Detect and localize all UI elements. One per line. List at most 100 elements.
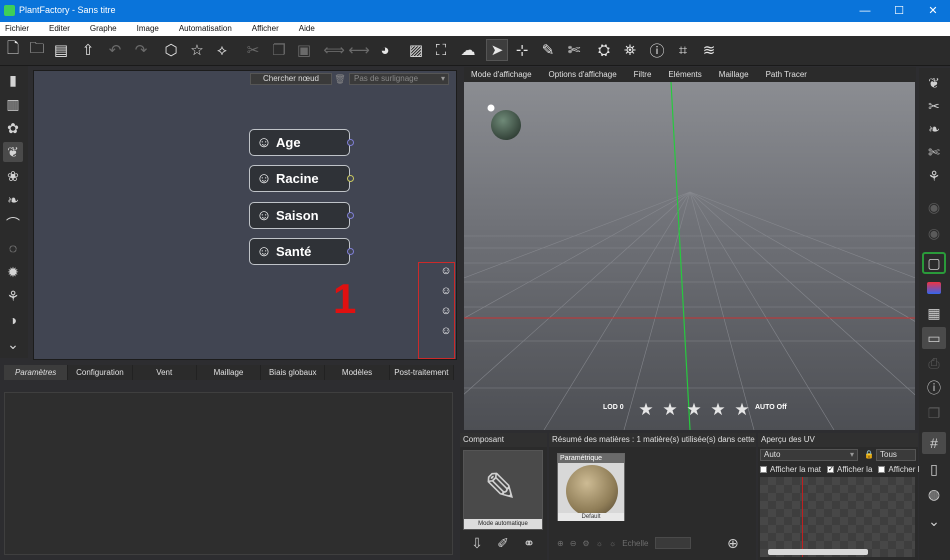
star-icon[interactable]: ★ (634, 400, 658, 420)
viewport-menu-filter[interactable]: Filtre (634, 67, 652, 82)
bud-icon[interactable]: ❀ (3, 166, 23, 186)
menu-fichier[interactable]: Fichier (5, 22, 29, 36)
sliders-icon[interactable]: ≋ (698, 39, 720, 61)
mini-node-icon[interactable]: ☺ (440, 325, 452, 339)
scissors-icon[interactable]: ✄ (563, 39, 585, 61)
minimize-button[interactable]: — (848, 0, 882, 22)
graph-panel[interactable]: Chercher nœud 🗑 Pas de surlignage ▾ ☺ Ag… (33, 70, 457, 360)
viewport-menu-elements[interactable]: Eléments (668, 67, 701, 82)
tab-parametres[interactable]: Paramètres (4, 365, 69, 380)
curve-icon[interactable]: ⌒ (3, 214, 23, 234)
mini-node-icon[interactable]: ☺ (440, 265, 452, 279)
plant-icon[interactable]: ✿ (3, 118, 23, 138)
3d-viewport[interactable]: LOD 0 ★ ★ ★ ★ ★ AUTO Off (464, 82, 915, 430)
cubes-icon[interactable]: ⛭ (593, 39, 615, 61)
select-arrow-icon[interactable]: ➤ (486, 39, 508, 61)
open-folder-icon[interactable]: 🗀 (26, 39, 48, 61)
uv-scrollbar[interactable] (768, 549, 868, 555)
column-icon[interactable]: ▥ (3, 94, 23, 114)
node-saison[interactable]: ☺ Saison (249, 202, 354, 229)
redo-icon[interactable]: ↷ (130, 39, 152, 61)
save-icon[interactable]: ▤ (50, 39, 72, 61)
menu-afficher[interactable]: Afficher (252, 22, 279, 36)
sphere-icon[interactable]: ◑ (3, 310, 23, 330)
viewport-menu-mesh[interactable]: Maillage (719, 67, 749, 82)
screenshot-icon[interactable]: ⌗ (672, 39, 694, 61)
node-port[interactable] (347, 139, 354, 146)
link-icon[interactable]: ⚭ (516, 535, 542, 552)
transform-icon[interactable]: ⊹ (511, 39, 533, 61)
remove-icon[interactable]: ⊖ (570, 539, 577, 548)
checkbox-unchecked[interactable] (878, 466, 886, 473)
maximize-button[interactable]: ☐ (882, 0, 916, 22)
new-file-icon[interactable]: 🗋 (2, 39, 24, 61)
tab-configuration[interactable]: Configuration (68, 365, 133, 380)
render-icon[interactable]: ◕ (374, 39, 396, 61)
branch-icon[interactable]: ⚘ (922, 165, 946, 187)
burst-icon[interactable]: ✹ (3, 262, 23, 282)
cut-leaf-icon[interactable]: ✂ (922, 95, 946, 117)
tab-vent[interactable]: Vent (133, 365, 197, 380)
sky-icon[interactable]: ☁ (457, 39, 479, 61)
mini-node-icon[interactable]: ☺ (440, 305, 452, 319)
sun-icon[interactable]: ☼ (596, 539, 603, 548)
tab-maillage[interactable]: Maillage (197, 365, 262, 380)
info-icon[interactable]: ⓘ (646, 39, 668, 61)
sun-alt-icon[interactable]: ☼ (609, 539, 616, 548)
trash-icon[interactable]: 🗑 (334, 73, 346, 85)
add-icon[interactable]: ⊕ (557, 539, 564, 548)
box-icon[interactable]: ⬡ (160, 39, 182, 61)
cubes-alt-icon[interactable]: ⛯ (619, 39, 641, 61)
composant-preview[interactable]: ✎ Mode automatique (463, 450, 543, 530)
import-icon[interactable]: ⟺ (323, 39, 345, 61)
export-icon[interactable]: ⟷ (348, 39, 370, 61)
brush-icon[interactable]: ✎ (537, 39, 559, 61)
menu-image[interactable]: Image (137, 22, 159, 36)
material-thumbnail[interactable]: Paramétrique Default (557, 453, 625, 521)
star-icon[interactable]: ★ (658, 400, 682, 420)
tab-modeles[interactable]: Modèles (325, 365, 390, 380)
fruit-icon[interactable]: ◌ (3, 238, 23, 258)
uv-check-2[interactable]: ✓ Afficher la (826, 465, 872, 474)
viewport-menu-display-options[interactable]: Options d'affichage (549, 67, 617, 82)
gallery-icon[interactable]: ▨ (405, 39, 427, 61)
uv-filter-select[interactable]: Tous (876, 449, 916, 461)
leaf-add-icon[interactable]: ❦ (922, 72, 946, 94)
lock-icon[interactable]: 🔒 (864, 450, 874, 459)
node-port[interactable] (347, 212, 354, 219)
circle-icon[interactable]: ◍ (922, 483, 946, 505)
node-age[interactable]: ☺ Age (249, 129, 354, 156)
scale-input[interactable] (654, 537, 691, 549)
menu-automatisation[interactable]: Automatisation (179, 22, 232, 36)
mini-node-icon[interactable]: ☺ (440, 285, 452, 299)
add-material-icon[interactable]: ⊕ (727, 535, 739, 552)
chevron-down-icon[interactable]: ⌄ (922, 510, 946, 532)
paste-icon[interactable]: ▣ (293, 39, 315, 61)
menu-graphe[interactable]: Graphe (90, 22, 117, 36)
eye-icon[interactable]: ◉ (922, 196, 946, 218)
search-node-button[interactable]: Chercher nœud (250, 73, 332, 85)
star-icon[interactable]: ☆ (186, 39, 208, 61)
undo-icon[interactable]: ↶ (104, 39, 126, 61)
leaf-remove-icon[interactable]: ✄ (922, 141, 946, 163)
gear-icon[interactable]: ⚙ (582, 539, 589, 548)
star-icon[interactable]: ★ (682, 400, 706, 420)
uv-check-3[interactable]: Afficher l (878, 465, 919, 474)
leaf-icon[interactable]: ❦ (3, 142, 23, 162)
tab-biais-globaux[interactable]: Biais globaux (261, 365, 326, 380)
viewport-menu-display-mode[interactable]: Mode d'affichage (471, 67, 532, 82)
edit-icon[interactable]: ✐ (490, 535, 516, 552)
tab-post-traitement[interactable]: Post-traitement (390, 365, 454, 380)
network-icon[interactable]: ⚘ (3, 286, 23, 306)
eye-alt-icon[interactable]: ◉ (922, 222, 946, 244)
star-icon[interactable]: ★ (730, 400, 754, 420)
node-port[interactable] (347, 248, 354, 255)
grid-icon[interactable]: ▦ (922, 302, 946, 324)
chevron-down-icon[interactable]: ⌄ (3, 334, 23, 354)
render-region-icon[interactable]: ⛶ (430, 39, 452, 61)
menu-editer[interactable]: Editer (49, 22, 70, 36)
download-icon[interactable]: ⇩ (464, 535, 490, 552)
copy-icon[interactable]: ❐ (268, 39, 290, 61)
duplicate-icon[interactable]: ❐ (922, 402, 946, 424)
checkbox-unchecked[interactable] (760, 466, 767, 473)
